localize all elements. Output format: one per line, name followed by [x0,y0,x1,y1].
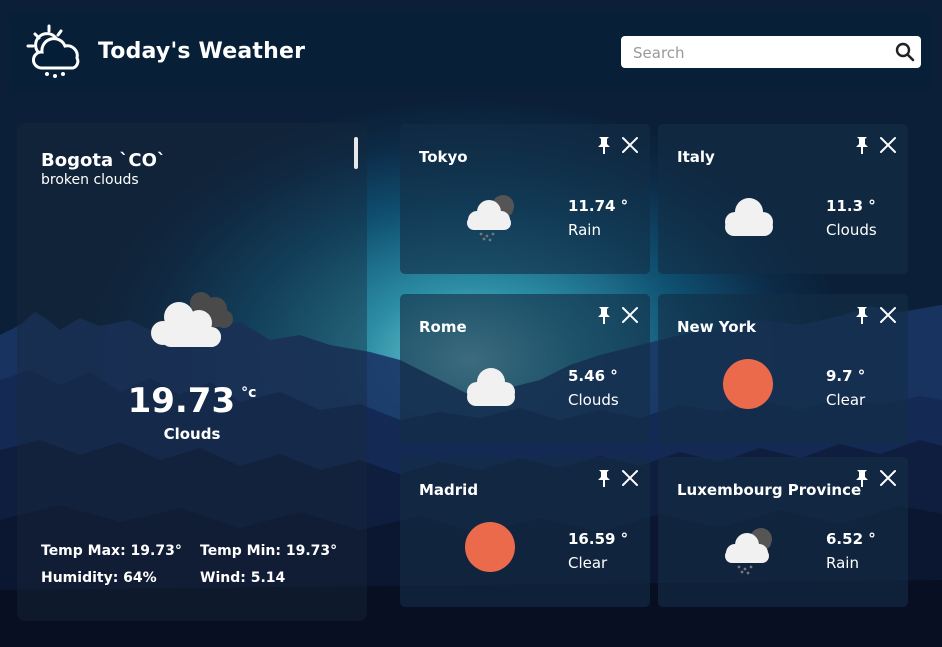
city-name: Madrid [419,481,479,499]
temperature-unit: °c [241,385,257,401]
cloudy-icon [151,292,233,347]
city-name: New York [677,318,756,336]
weather-logo-icon [26,24,80,78]
temp-min: Temp Min: 19.73° [200,543,338,559]
city-temperature: 11.3 ° [826,197,876,215]
pin-icon[interactable] [596,306,612,324]
pin-icon[interactable] [854,136,870,154]
pin-icon[interactable] [854,306,870,324]
city-name: Tokyo [419,148,468,166]
city-card-madrid[interactable]: Madrid 16.59 ° Clear [400,457,650,607]
close-icon[interactable] [879,306,897,324]
city-condition: Clouds [568,391,619,409]
city-temperature: 11.74 ° [568,197,629,215]
cloud-icon [713,186,783,242]
sun-icon [455,519,525,575]
close-icon[interactable] [621,136,639,154]
scrollbar-handle[interactable] [354,137,358,169]
cloud-icon [455,356,525,412]
city-card-tokyo[interactable]: Tokyo 11.74 ° Rain [400,124,650,274]
city-temperature: 5.46 ° [568,367,618,385]
city-condition: Rain [826,554,859,572]
city-temperature: 9.7 ° [826,367,866,385]
city-card-new-york[interactable]: New York 9.7 ° Clear [658,294,908,444]
search-input[interactable] [631,41,885,65]
close-icon[interactable] [879,136,897,154]
main-city-name: Bogota `CO` [41,150,166,171]
search-box[interactable] [621,36,921,68]
city-condition: Clouds [826,221,877,239]
city-name: Italy [677,148,715,166]
city-temperature: 6.52 ° [826,530,876,548]
city-condition: Clear [826,391,866,409]
humidity: Humidity: 64% [41,570,157,586]
city-card-luxembourg-province[interactable]: Luxembourg Province 6.52 ° Rain [658,457,908,607]
close-icon[interactable] [621,469,639,487]
city-condition: Rain [568,221,601,239]
pin-icon[interactable] [596,469,612,487]
rain-cloud-icon [455,186,525,242]
main-weather-description: broken clouds [41,172,139,188]
app-title: Today's Weather [98,39,306,64]
city-condition: Clear [568,554,608,572]
city-name: Luxembourg Province [677,481,862,499]
sun-icon [713,356,783,412]
pin-icon[interactable] [596,136,612,154]
close-icon[interactable] [879,469,897,487]
close-icon[interactable] [621,306,639,324]
pin-icon[interactable] [854,469,870,487]
wind: Wind: 5.14 [200,570,286,586]
city-card-italy[interactable]: Italy 11.3 ° Clouds [658,124,908,274]
city-name: Rome [419,318,467,336]
city-card-rome[interactable]: Rome 5.46 ° Clouds [400,294,650,444]
main-condition: Clouds [163,425,221,443]
rain-cloud-icon [713,519,783,575]
main-weather-card: Bogota `CO` broken clouds 19.73 °c Clouds… [17,123,367,621]
search-icon[interactable] [895,42,915,62]
main-temperature: 19.73 °c [17,381,367,421]
temp-max: Temp Max: 19.73° [41,543,182,559]
city-temperature: 16.59 ° [568,530,629,548]
app-header: Today's Weather [10,12,932,92]
main-temperature-value: 19.73 [127,381,236,421]
